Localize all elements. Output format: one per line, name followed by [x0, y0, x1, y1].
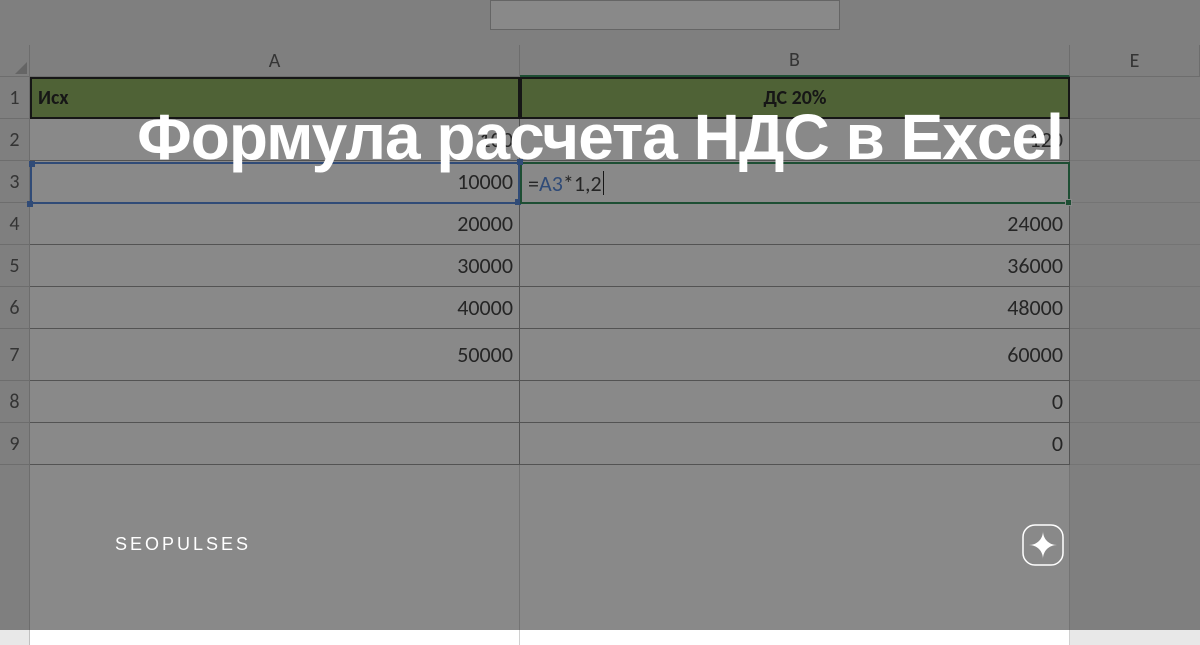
brand-label: SEOPULSES	[115, 534, 251, 555]
cell-B6[interactable]: 48000	[520, 287, 1070, 329]
cell-B8[interactable]: 0	[520, 381, 1070, 423]
ref-handle	[27, 201, 33, 207]
row-header-9[interactable]: 9	[0, 423, 30, 465]
row-5: 5 30000 36000	[0, 245, 1200, 287]
cell-B7[interactable]: 60000	[520, 329, 1070, 381]
cell-E5[interactable]	[1070, 245, 1200, 287]
cell-E4[interactable]	[1070, 203, 1200, 245]
row-header-6[interactable]: 6	[0, 287, 30, 329]
cell-A6[interactable]: 40000	[30, 287, 520, 329]
cell-E6[interactable]	[1070, 287, 1200, 329]
row-8: 8 0	[0, 381, 1200, 423]
cell-E-empty[interactable]	[1070, 465, 1200, 645]
cell-A8[interactable]	[30, 381, 520, 423]
row-header-empty	[0, 465, 30, 645]
row-7: 7 50000 60000	[0, 329, 1200, 381]
row-header-5[interactable]: 5	[0, 245, 30, 287]
row-header-8[interactable]: 8	[0, 381, 30, 423]
cell-E8[interactable]	[1070, 381, 1200, 423]
row-empty	[0, 465, 1200, 645]
cell-A-empty[interactable]	[30, 465, 520, 645]
cell-E7[interactable]	[1070, 329, 1200, 381]
cell-B-empty[interactable]	[520, 465, 1070, 645]
column-header-A[interactable]: A	[30, 45, 520, 77]
cell-B9[interactable]: 0	[520, 423, 1070, 465]
column-header-row: A B E	[0, 45, 1200, 77]
cell-A7[interactable]: 50000	[30, 329, 520, 381]
cell-B5[interactable]: 36000	[520, 245, 1070, 287]
formula-bar[interactable]	[490, 0, 840, 30]
sparkle-icon	[1021, 523, 1065, 567]
row-header-7[interactable]: 7	[0, 329, 30, 381]
row-6: 6 40000 48000	[0, 287, 1200, 329]
cell-A5[interactable]: 30000	[30, 245, 520, 287]
cell-A4[interactable]: 20000	[30, 203, 520, 245]
column-header-E[interactable]: E	[1070, 45, 1200, 77]
row-4: 4 20000 24000	[0, 203, 1200, 245]
select-all-corner[interactable]	[0, 45, 30, 77]
cell-A9[interactable]	[30, 423, 520, 465]
row-9: 9 0	[0, 423, 1200, 465]
cell-B4[interactable]: 24000	[520, 203, 1070, 245]
row-header-4[interactable]: 4	[0, 203, 30, 245]
column-header-B[interactable]: B	[520, 45, 1070, 77]
page-title: Формула расчета НДС в Excel	[0, 100, 1200, 174]
cell-E9[interactable]	[1070, 423, 1200, 465]
